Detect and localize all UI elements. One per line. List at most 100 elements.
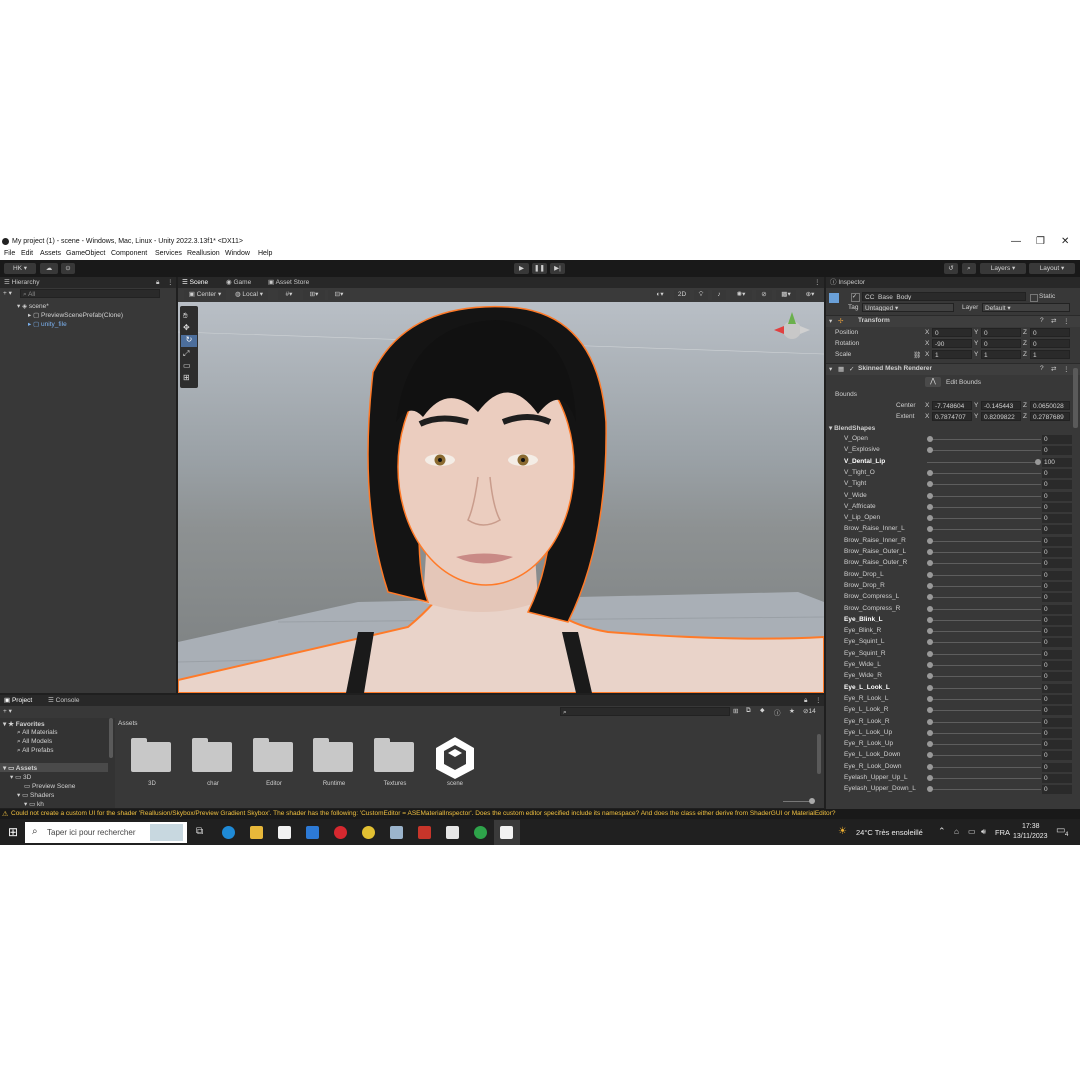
position-z-field[interactable]: 0 [1030,328,1070,337]
favorites-foldout[interactable]: ▾ ★ Favorites [3,720,45,728]
help-icon[interactable]: ? [1040,365,1044,372]
project-search-input[interactable]: ⌕ [560,707,730,716]
more-icon[interactable]: ⋮ [167,277,174,288]
blendshape-value-field[interactable]: 0 [1042,683,1072,693]
foldout-icon[interactable]: ▾ [829,365,832,373]
lock-icon[interactable]: 🔒︎ [804,695,807,706]
windows-start-icon[interactable]: ⊞ [8,825,18,839]
layers-dropdown[interactable]: Layers ▾ [980,263,1026,274]
menu-gameobject[interactable]: GameObject [66,250,105,257]
blendshape-value-field[interactable]: 0 [1042,649,1072,659]
smr-header[interactable]: ▾ ▦ ✓ Skinned Mesh Renderer ? ⇄ ⋮ [826,363,1080,375]
blendshape-slider-knob[interactable] [927,605,933,612]
blendshape-slider[interactable] [927,676,1041,678]
blendshape-slider[interactable] [927,506,1041,508]
blendshape-value-field[interactable]: 0 [1042,672,1072,682]
blendshape-slider-knob[interactable] [927,741,933,748]
effects-icon[interactable]: ✺▾ [730,290,752,300]
chrome-icon[interactable] [362,826,375,839]
volume-icon[interactable]: 🔊︎ [981,827,986,837]
info-icon[interactable]: ⓘ [774,707,781,717]
search-icon[interactable]: ⌕ [962,263,976,274]
rotation-y-field[interactable]: 0 [981,339,1021,348]
blendshape-value-field[interactable]: 0 [1042,593,1072,603]
lighting-icon[interactable]: 💡︎ [694,290,708,300]
unity-active-app[interactable] [494,820,520,845]
tree-item-preview-scene[interactable]: ▭ Preview Scene [24,782,75,790]
blendshape-value-field[interactable]: 0 [1042,581,1072,591]
hidden-packages-count[interactable]: ⊘14 [803,707,816,715]
edge-icon[interactable] [222,826,235,839]
blendshape-value-field[interactable]: 100 [1042,457,1072,467]
scale-x-field[interactable]: 1 [932,350,972,359]
snap-settings-icon[interactable]: ⊟▾ [328,290,350,300]
constrain-scale-icon[interactable]: ⛓︎ [913,351,921,359]
tab-inspector[interactable]: ⓘ Inspector [830,277,865,288]
blendshape-value-field[interactable]: 0 [1042,717,1072,727]
increment-snap-icon[interactable]: ⊞▾ [303,290,325,300]
status-bar[interactable]: ⚠ Could not create a custom UI for the s… [0,809,1080,819]
blendshape-value-field[interactable]: 0 [1042,559,1072,569]
static-checkbox[interactable] [1030,294,1038,302]
collab-icon[interactable]: ⊙ [61,263,75,274]
blendshape-slider-knob[interactable] [927,763,933,770]
clock-date[interactable]: 13/11/2023 [1013,833,1048,840]
blendshape-slider[interactable] [927,755,1041,757]
close-button[interactable]: ✕ [1061,236,1069,247]
inspector-scrollbar[interactable] [1073,368,1078,428]
transform-tool-icon[interactable]: ⊞ [183,373,190,382]
favorite-icon[interactable]: ★ [789,707,795,715]
favorite-item[interactable]: ⌕ All Prefabs [17,747,54,755]
blendshape-value-field[interactable]: 0 [1042,740,1072,750]
lock-icon[interactable]: 🔒︎ [156,277,159,288]
blendshape-slider[interactable] [927,597,1041,599]
blendshape-slider[interactable] [927,665,1041,666]
blendshape-value-field[interactable]: 0 [1042,762,1072,772]
tab-hierarchy[interactable]: ☰ Hierarchy [4,277,39,288]
assets-foldout[interactable]: ▾ ▭ Assets [3,764,37,772]
blendshape-slider-knob[interactable] [927,775,933,781]
history-icon[interactable]: ↺ [944,263,958,274]
blendshape-slider-knob[interactable] [927,526,933,533]
tab-asset-store[interactable]: ▣ Asset Store [268,277,309,288]
blendshape-slider[interactable] [927,585,1041,587]
blendshape-slider[interactable] [927,540,1041,542]
more-icon[interactable]: ⋮ [815,695,822,706]
cloud-icon[interactable]: ☁ [40,263,58,274]
blendshape-slider-knob[interactable] [927,447,933,454]
tab-console[interactable]: ☰ Console [48,695,80,706]
blendshape-slider-knob[interactable] [927,662,933,668]
center-z-field[interactable]: 0.0650028 [1030,401,1070,410]
blendshape-value-field[interactable]: 0 [1042,774,1072,783]
menu-services[interactable]: Services [155,250,182,257]
blendshape-slider-knob[interactable] [927,729,933,736]
task-view-icon[interactable]: ⧉ [196,826,203,837]
character-creator-icon[interactable] [418,826,431,839]
blendshape-value-field[interactable]: 0 [1042,661,1072,670]
tab-scene[interactable]: ☰ Scene [182,277,208,288]
favorite-item[interactable]: ⌕ All Materials [17,729,58,737]
blendshape-slider-knob[interactable] [1035,458,1041,465]
blendshape-slider[interactable] [927,552,1041,553]
more-icon[interactable]: ⋮ [1063,365,1070,373]
blendshape-value-field[interactable]: 0 [1042,480,1072,490]
play-icon[interactable]: ▶ [514,263,529,274]
blendshape-slider-knob[interactable] [927,752,933,759]
position-x-field[interactable]: 0 [932,328,972,337]
hierarchy-item-unity-file[interactable]: ▸ ▢ unity_file [28,320,67,328]
foldout-icon[interactable]: ▾ [829,317,832,325]
blendshape-slider-knob[interactable] [927,549,933,555]
layout-dropdown[interactable]: Layout ▾ [1029,263,1075,274]
minimize-button[interactable]: — [1011,236,1021,247]
menu-assets[interactable]: Assets [40,250,61,257]
blendshape-slider[interactable] [927,529,1041,531]
opera-icon[interactable] [334,826,347,839]
blendshape-slider-knob[interactable] [927,718,933,725]
tab-project[interactable]: ▣ Project [4,695,32,706]
blendshape-slider[interactable] [927,642,1041,644]
hierarchy-item-scene[interactable]: ▾ ◈ scene* [17,302,49,310]
blendshape-slider-knob[interactable] [927,560,933,567]
blendshape-slider[interactable] [927,484,1041,486]
blendshape-slider-knob[interactable] [927,582,933,589]
blendshape-value-field[interactable]: 0 [1042,502,1072,512]
